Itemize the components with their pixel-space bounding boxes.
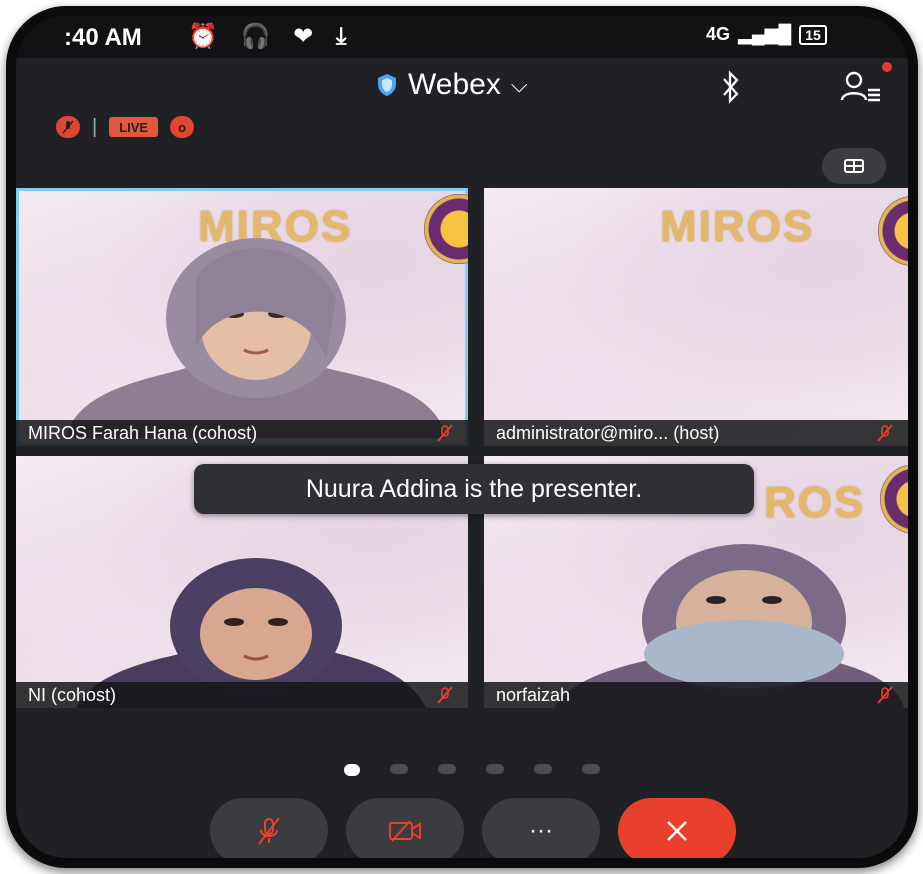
participant-name: administrator@miro... (host) — [496, 422, 720, 443]
live-badge: LIVE — [109, 117, 159, 137]
call-controls: ··· — [210, 798, 736, 858]
app-title: Webex — [408, 68, 501, 101]
phone-frame: :40 AM ⏰ 🎧 ❤ ⤓ 4G ▂▄▆█ 15 Webex ⌵ | LIVE… — [6, 6, 918, 868]
mic-muted-icon — [437, 424, 453, 442]
network-label: 4G — [706, 24, 731, 44]
page-indicator[interactable] — [344, 764, 600, 776]
miros-emblem-icon — [880, 464, 908, 534]
participant-name: NI (cohost) — [28, 684, 117, 705]
participant-name: MIROS Farah Hana (cohost) — [28, 422, 258, 443]
mic-muted-icon — [437, 686, 453, 704]
recording-mute-badge — [56, 116, 80, 138]
layout-grid-icon — [844, 159, 864, 173]
bluetooth-icon[interactable] — [720, 70, 742, 104]
mic-muted-icon — [258, 817, 280, 845]
mute-button[interactable] — [210, 798, 328, 858]
video-button[interactable] — [346, 798, 464, 858]
page-dot[interactable] — [344, 764, 360, 776]
record-badge: o — [170, 116, 195, 138]
more-button[interactable]: ··· — [482, 798, 600, 858]
participant-name: norfaizah — [496, 684, 571, 705]
video-tile-host[interactable]: MIROS administrator@miro... (host) — [484, 188, 908, 446]
presenter-toast: Nuura Addina is the presenter. — [194, 464, 754, 514]
page-dot[interactable] — [582, 764, 600, 774]
signal-icon: ▂▄▆█ — [738, 24, 792, 44]
participant-video — [66, 238, 446, 438]
miros-logo: ROS — [764, 478, 866, 527]
indicator-divider: | — [92, 115, 98, 138]
battery-level: 15 — [799, 24, 827, 45]
meeting-header: Webex ⌵ — [16, 58, 908, 114]
status-right: 4G ▂▄▆█ 15 — [706, 24, 827, 45]
miros-logo: MIROS — [660, 202, 815, 251]
page-dot[interactable] — [390, 764, 408, 774]
chevron-down-icon: ⌵ — [510, 72, 528, 97]
participants-icon[interactable] — [840, 70, 882, 102]
status-time: :40 AM — [64, 24, 142, 51]
mic-muted-icon — [877, 686, 893, 704]
page-dot[interactable] — [438, 764, 456, 774]
status-bar: :40 AM ⏰ 🎧 ❤ ⤓ 4G ▂▄▆█ 15 — [16, 16, 908, 58]
page-dot[interactable] — [534, 764, 552, 774]
participant-namebar: NI (cohost) — [16, 682, 468, 708]
page-dot[interactable] — [486, 764, 504, 774]
miros-emblem-icon — [878, 196, 908, 266]
notification-dot — [882, 62, 892, 72]
shield-icon — [378, 74, 396, 96]
meeting-screen: :40 AM ⏰ 🎧 ❤ ⤓ 4G ▂▄▆█ 15 Webex ⌵ | LIVE… — [16, 16, 908, 858]
video-off-icon — [389, 820, 421, 842]
video-tile-farah[interactable]: MIROS MIROS Farah Hana (cohost) — [16, 188, 468, 446]
mic-muted-icon — [62, 120, 74, 134]
more-icon: ··· — [529, 817, 553, 844]
meeting-title-button[interactable]: Webex ⌵ — [376, 68, 528, 102]
participant-namebar: norfaizah — [484, 682, 908, 708]
participant-namebar: MIROS Farah Hana (cohost) — [16, 420, 468, 446]
participant-namebar: administrator@miro... (host) — [484, 420, 908, 446]
layout-toggle-button[interactable] — [822, 148, 886, 184]
end-call-button[interactable] — [618, 798, 736, 858]
close-icon — [667, 821, 687, 841]
mic-muted-icon — [877, 424, 893, 442]
meeting-indicators: | LIVE o — [56, 114, 195, 140]
status-notification-icons: ⏰ 🎧 ❤ ⤓ — [188, 23, 355, 50]
